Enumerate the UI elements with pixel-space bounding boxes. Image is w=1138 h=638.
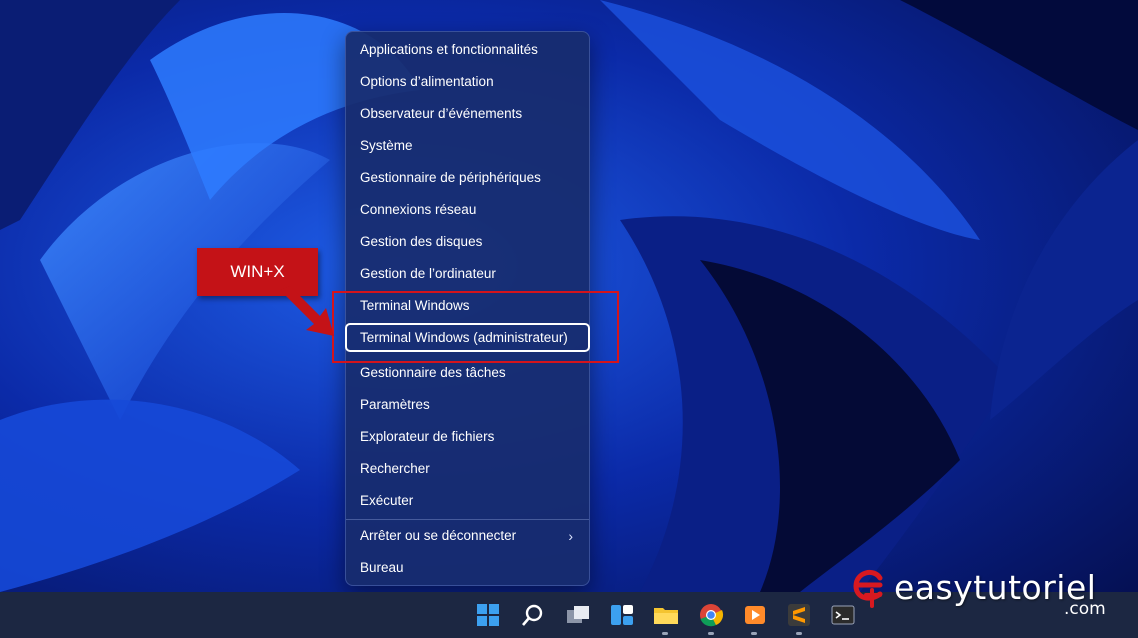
arrow-icon <box>280 286 334 336</box>
menu-item-label: Applications et fonctionnalités <box>360 42 538 57</box>
menu-item-label: Gestionnaire des tâches <box>360 365 506 380</box>
windows-start-icon[interactable] <box>474 601 502 629</box>
menu-item-label: Explorateur de fichiers <box>360 429 495 444</box>
chevron-right-icon: › <box>568 528 573 544</box>
menu-item-disk-management[interactable]: Gestion des disques <box>346 226 589 258</box>
widgets-icon[interactable] <box>608 601 636 629</box>
menu-item-desktop[interactable]: Bureau <box>346 552 589 584</box>
menu-item-device-manager[interactable]: Gestionnaire de périphériques <box>346 162 589 194</box>
search-icon[interactable] <box>519 601 547 629</box>
menu-item-network-connections[interactable]: Connexions réseau <box>346 194 589 226</box>
brand-tld: .com <box>1064 599 1106 619</box>
running-indicator <box>662 632 668 635</box>
chrome-icon[interactable] <box>697 601 725 629</box>
menu-item-computer-management[interactable]: Gestion de l’ordinateur <box>346 258 589 290</box>
running-indicator <box>751 632 757 635</box>
menu-item-label: Exécuter <box>360 493 414 508</box>
menu-item-label: Options d’alimentation <box>360 74 494 89</box>
menu-item-shutdown[interactable]: Arrêter ou se déconnecter › <box>346 520 589 552</box>
menu-item-settings[interactable]: Paramètres <box>346 389 589 421</box>
menu-item-label: Observateur d’événements <box>360 106 523 121</box>
menu-item-file-explorer[interactable]: Explorateur de fichiers <box>346 421 589 453</box>
menu-item-label: Gestionnaire de périphériques <box>360 170 541 185</box>
task-view-icon[interactable] <box>564 601 592 629</box>
highlight-box <box>332 291 619 363</box>
running-indicator <box>708 632 714 635</box>
menu-item-label: Paramètres <box>360 397 430 412</box>
menu-item-label: Gestion de l’ordinateur <box>360 266 496 281</box>
menu-item-label: Système <box>360 138 413 153</box>
menu-item-label: Bureau <box>360 560 404 575</box>
easytutoriel-watermark: easytutoriel .com <box>850 566 1120 622</box>
media-player-icon[interactable] <box>741 601 769 629</box>
menu-item-run[interactable]: Exécuter <box>346 485 589 517</box>
menu-item-system[interactable]: Système <box>346 130 589 162</box>
menu-item-power-options[interactable]: Options d’alimentation <box>346 66 589 98</box>
menu-item-search[interactable]: Rechercher <box>346 453 589 485</box>
sublime-text-icon[interactable] <box>785 601 813 629</box>
file-explorer-icon[interactable] <box>652 601 680 629</box>
menu-item-label: Rechercher <box>360 461 430 476</box>
menu-item-label: Gestion des disques <box>360 234 483 249</box>
menu-item-event-viewer[interactable]: Observateur d’événements <box>346 98 589 130</box>
menu-item-apps-features[interactable]: Applications et fonctionnalités <box>346 34 589 66</box>
running-indicator <box>796 632 802 635</box>
menu-item-label: Connexions réseau <box>360 202 477 217</box>
easytutoriel-logo-icon <box>853 569 883 608</box>
menu-item-label: Arrêter ou se déconnecter <box>360 528 517 543</box>
